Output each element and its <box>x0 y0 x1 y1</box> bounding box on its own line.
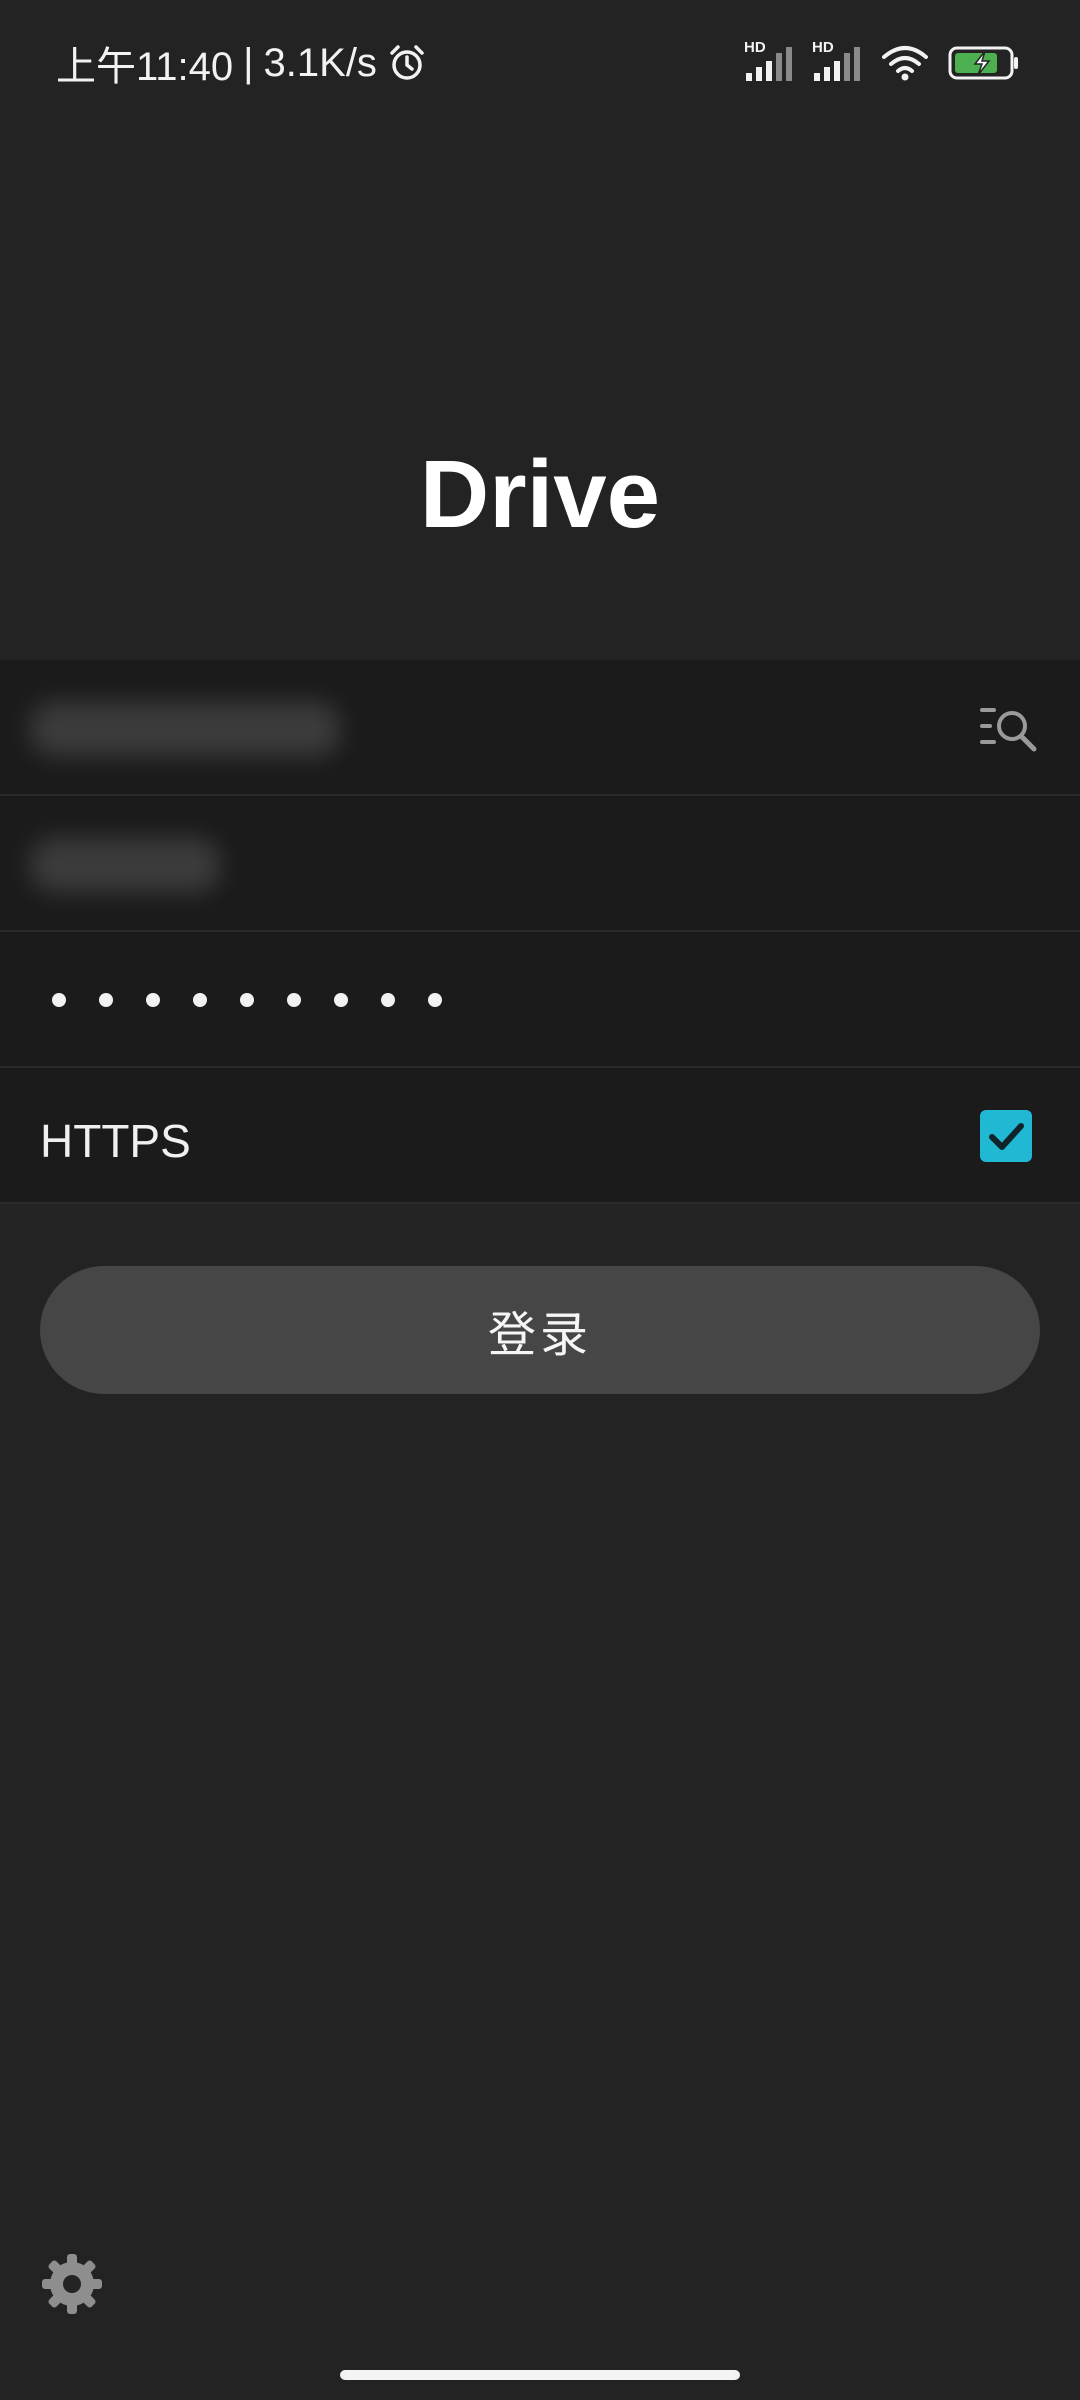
https-checkbox[interactable] <box>980 1110 1032 1162</box>
password-dot <box>146 993 160 1007</box>
cell-signal-1: HD <box>744 39 794 83</box>
alarm-icon <box>387 43 427 83</box>
login-form: HTTPS <box>0 660 1080 1204</box>
password-field[interactable] <box>0 932 1080 1068</box>
host-value-redacted <box>30 702 340 756</box>
https-row[interactable]: HTTPS <box>0 1068 1080 1204</box>
status-time: 上午11:40 <box>56 45 234 89</box>
host-field[interactable] <box>0 660 1080 796</box>
app-title: Drive <box>419 441 661 548</box>
password-dot <box>428 993 442 1007</box>
password-dot <box>193 993 207 1007</box>
network-speed: 3.1K/s <box>263 40 377 85</box>
history-search-icon[interactable] <box>978 700 1038 756</box>
status-right: HD HD <box>744 36 1020 90</box>
password-mask <box>52 982 442 1018</box>
username-field[interactable] <box>0 796 1080 932</box>
home-indicator[interactable] <box>340 2370 740 2380</box>
password-dot <box>381 993 395 1007</box>
status-bar: 上午11:40 | 3.1K/s HD HD <box>0 0 1080 124</box>
gear-icon[interactable] <box>36 2248 108 2320</box>
https-label: HTTPS <box>40 1115 191 1167</box>
password-dot <box>52 993 66 1007</box>
login-button[interactable]: 登录 <box>40 1266 1040 1394</box>
password-dot <box>99 993 113 1007</box>
username-value-redacted <box>30 838 220 892</box>
cell-signal-2: HD <box>812 39 862 83</box>
status-separator: | <box>243 40 254 85</box>
status-left: 上午11:40 | 3.1K/s <box>56 36 427 90</box>
battery-charging-icon <box>948 45 1020 81</box>
checkmark-icon <box>989 1123 1024 1150</box>
wifi-icon <box>880 43 930 83</box>
password-dot <box>287 993 301 1007</box>
password-dot <box>240 993 254 1007</box>
password-dot <box>334 993 348 1007</box>
